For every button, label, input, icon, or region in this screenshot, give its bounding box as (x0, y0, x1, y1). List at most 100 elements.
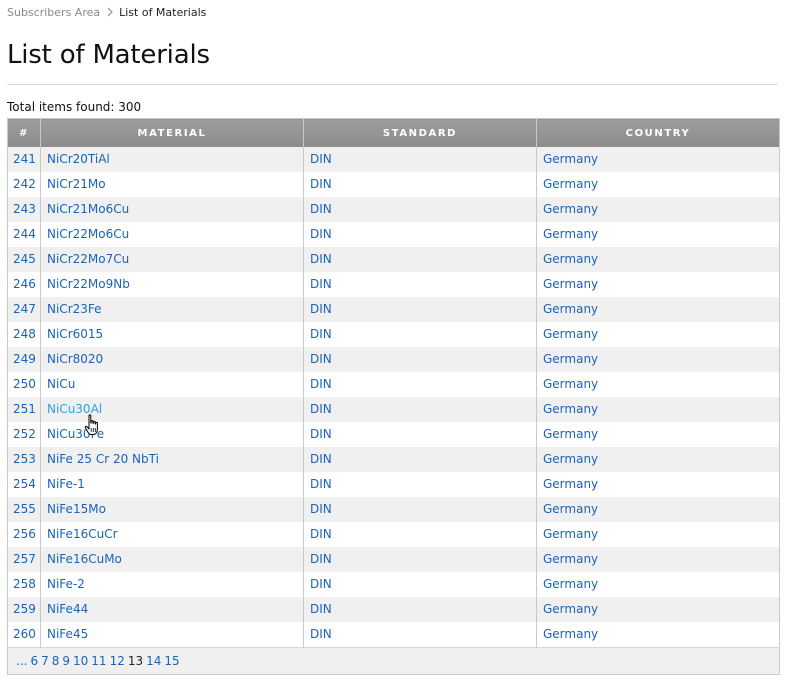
country-link[interactable]: Germany (543, 427, 598, 441)
standard-link[interactable]: DIN (310, 502, 332, 516)
material-link[interactable]: NiFe 25 Cr 20 NbTi (47, 452, 159, 466)
standard-link[interactable]: DIN (310, 477, 332, 491)
num-link[interactable]: 251 (13, 402, 36, 416)
country-link[interactable]: Germany (543, 552, 598, 566)
material-link[interactable]: NiFe16CuMo (47, 552, 122, 566)
country-link[interactable]: Germany (543, 627, 598, 641)
pagination-page-link[interactable]: 14 (146, 654, 161, 668)
pagination-ellipsis[interactable]: ... (16, 654, 27, 668)
standard-link[interactable]: DIN (310, 152, 332, 166)
pagination-page-link[interactable]: 8 (52, 654, 60, 668)
num-link[interactable]: 256 (13, 527, 36, 541)
table-row[interactable]: 243 NiCr21Mo6Cu DIN Germany (7, 197, 780, 222)
table-row[interactable]: 246 NiCr22Mo9Nb DIN Germany (7, 272, 780, 297)
table-row[interactable]: 241 NiCr20TiAl DIN Germany (7, 147, 780, 172)
standard-link[interactable]: DIN (310, 227, 332, 241)
standard-link[interactable]: DIN (310, 277, 332, 291)
material-link[interactable]: NiCr6015 (47, 327, 103, 341)
pagination-page-link[interactable]: 11 (91, 654, 106, 668)
num-link[interactable]: 242 (13, 177, 36, 191)
material-link[interactable]: NiFe-1 (47, 477, 85, 491)
country-link[interactable]: Germany (543, 602, 598, 616)
breadcrumb-subscribers-area[interactable]: Subscribers Area (7, 6, 100, 19)
country-link[interactable]: Germany (543, 202, 598, 216)
material-link[interactable]: NiCu30Al (47, 402, 102, 416)
table-row[interactable]: 253 NiFe 25 Cr 20 NbTi DIN Germany (7, 447, 780, 472)
standard-link[interactable]: DIN (310, 327, 332, 341)
standard-link[interactable]: DIN (310, 627, 332, 641)
num-link[interactable]: 258 (13, 577, 36, 591)
material-link[interactable]: NiCr23Fe (47, 302, 102, 316)
table-row[interactable]: 254 NiFe-1 DIN Germany (7, 472, 780, 497)
standard-link[interactable]: DIN (310, 352, 332, 366)
table-row[interactable]: 242 NiCr21Mo DIN Germany (7, 172, 780, 197)
material-link[interactable]: NiCr22Mo6Cu (47, 227, 129, 241)
country-link[interactable]: Germany (543, 577, 598, 591)
column-header-number[interactable]: # (7, 118, 41, 147)
num-link[interactable]: 253 (13, 452, 36, 466)
num-link[interactable]: 254 (13, 477, 36, 491)
num-link[interactable]: 250 (13, 377, 36, 391)
num-link[interactable]: 257 (13, 552, 36, 566)
material-link[interactable]: NiCr21Mo (47, 177, 106, 191)
standard-link[interactable]: DIN (310, 602, 332, 616)
material-link[interactable]: NiCr21Mo6Cu (47, 202, 129, 216)
country-link[interactable]: Germany (543, 402, 598, 416)
table-row[interactable]: 255 NiFe15Mo DIN Germany (7, 497, 780, 522)
table-row[interactable]: 258 NiFe-2 DIN Germany (7, 572, 780, 597)
material-link[interactable]: NiCr22Mo9Nb (47, 277, 130, 291)
material-link[interactable]: NiFe44 (47, 602, 88, 616)
country-link[interactable]: Germany (543, 502, 598, 516)
material-link[interactable]: NiCr22Mo7Cu (47, 252, 129, 266)
material-link[interactable]: NiCr20TiAl (47, 152, 110, 166)
num-link[interactable]: 244 (13, 227, 36, 241)
country-link[interactable]: Germany (543, 252, 598, 266)
num-link[interactable]: 259 (13, 602, 36, 616)
table-row[interactable]: 247 NiCr23Fe DIN Germany (7, 297, 780, 322)
num-link[interactable]: 245 (13, 252, 36, 266)
num-link[interactable]: 243 (13, 202, 36, 216)
column-header-standard[interactable]: STANDARD (303, 118, 537, 147)
column-header-country[interactable]: COUNTRY (536, 118, 780, 147)
standard-link[interactable]: DIN (310, 302, 332, 316)
material-link[interactable]: NiCr8020 (47, 352, 103, 366)
material-link[interactable]: NiCu (47, 377, 75, 391)
standard-link[interactable]: DIN (310, 177, 332, 191)
country-link[interactable]: Germany (543, 352, 598, 366)
pagination-page-link[interactable]: 15 (164, 654, 179, 668)
num-link[interactable]: 241 (13, 152, 36, 166)
standard-link[interactable]: DIN (310, 377, 332, 391)
column-header-material[interactable]: MATERIAL (40, 118, 304, 147)
standard-link[interactable]: DIN (310, 577, 332, 591)
standard-link[interactable]: DIN (310, 402, 332, 416)
table-row[interactable]: 260 NiFe45 DIN Germany (7, 622, 780, 648)
num-link[interactable]: 247 (13, 302, 36, 316)
country-link[interactable]: Germany (543, 152, 598, 166)
standard-link[interactable]: DIN (310, 252, 332, 266)
material-link[interactable]: NiFe15Mo (47, 502, 106, 516)
standard-link[interactable]: DIN (310, 427, 332, 441)
table-row[interactable]: 244 NiCr22Mo6Cu DIN Germany (7, 222, 780, 247)
table-row[interactable]: 259 NiFe44 DIN Germany (7, 597, 780, 622)
pagination-page-link[interactable]: 6 (30, 654, 38, 668)
standard-link[interactable]: DIN (310, 527, 332, 541)
table-row[interactable]: 250 NiCu DIN Germany (7, 372, 780, 397)
num-link[interactable]: 246 (13, 277, 36, 291)
num-link[interactable]: 248 (13, 327, 36, 341)
table-row[interactable]: 256 NiFe16CuCr DIN Germany (7, 522, 780, 547)
country-link[interactable]: Germany (543, 277, 598, 291)
material-link[interactable]: NiFe45 (47, 627, 88, 641)
table-row[interactable]: 252 NiCu30Fe DIN Germany (7, 422, 780, 447)
num-link[interactable]: 260 (13, 627, 36, 641)
standard-link[interactable]: DIN (310, 452, 332, 466)
country-link[interactable]: Germany (543, 477, 598, 491)
standard-link[interactable]: DIN (310, 552, 332, 566)
pagination-page-link[interactable]: 10 (73, 654, 88, 668)
country-link[interactable]: Germany (543, 327, 598, 341)
table-row[interactable]: 257 NiFe16CuMo DIN Germany (7, 547, 780, 572)
table-row[interactable]: 251 NiCu30Al DIN Germany (7, 397, 780, 422)
country-link[interactable]: Germany (543, 452, 598, 466)
pagination-page-link[interactable]: 7 (41, 654, 49, 668)
table-row[interactable]: 248 NiCr6015 DIN Germany (7, 322, 780, 347)
num-link[interactable]: 249 (13, 352, 36, 366)
